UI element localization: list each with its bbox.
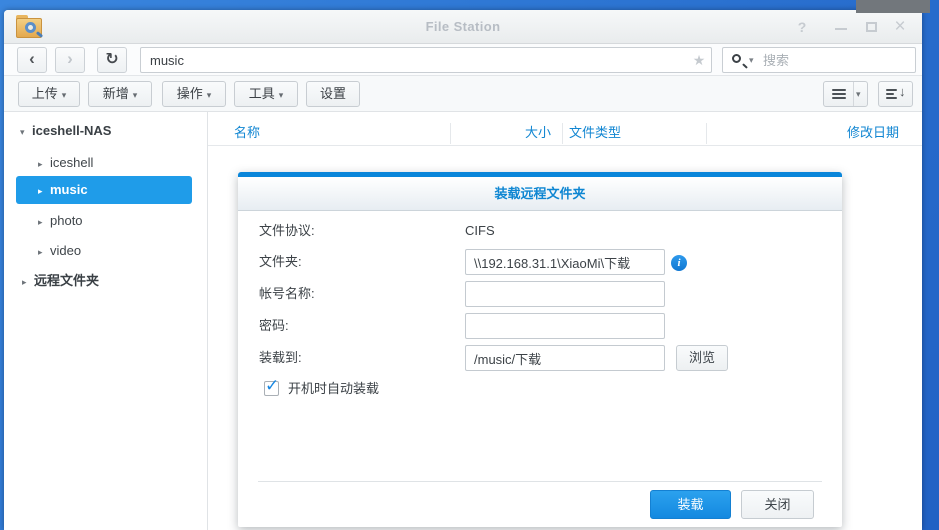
settings-button-label: 设置 — [320, 86, 346, 101]
column-header-name[interactable]: 名称 — [234, 120, 260, 146]
mount-button[interactable]: 装载 — [650, 490, 731, 519]
maximize-glyph — [866, 22, 877, 32]
chevron-collapsed-icon[interactable]: ▸ — [22, 272, 34, 292]
window-title: File Station — [4, 10, 922, 44]
sidebar-item-label: music — [50, 182, 88, 197]
sidebar-item-label: iceshell — [50, 155, 93, 170]
forward-icon: › — [67, 49, 73, 68]
chevron-collapsed-icon[interactable]: ▸ — [38, 212, 50, 232]
password-label: 密码: — [259, 316, 289, 336]
button-divider — [853, 82, 854, 106]
minimize-icon[interactable] — [831, 10, 851, 44]
window-titlebar[interactable]: File Station ? × — [4, 10, 922, 44]
file-list-header: 名称 大小 文件类型 修改日期 — [208, 120, 922, 146]
sort-arrow-icon: ↓ — [899, 84, 906, 99]
protocol-label: 文件协议: — [259, 221, 315, 241]
caret-down-icon: ▾ — [133, 90, 138, 100]
info-icon[interactable]: i — [671, 255, 687, 271]
back-button[interactable]: ‹ — [17, 47, 47, 73]
column-header-type[interactable]: 文件类型 — [569, 120, 621, 146]
sort-button[interactable]: ↓ — [878, 81, 913, 107]
password-input[interactable] — [465, 313, 665, 339]
refresh-icon: ↻ — [105, 51, 118, 68]
list-view-icon — [832, 89, 846, 101]
upload-button[interactable]: 上传 ▾ — [18, 81, 80, 107]
upload-button-label: 上传 — [32, 86, 58, 101]
sort-lines-icon — [886, 89, 897, 101]
chevron-collapsed-icon[interactable]: ▸ — [38, 177, 50, 205]
mount-to-label: 装载到: — [259, 348, 302, 368]
sidebar-item-label: video — [50, 243, 81, 258]
caret-down-icon: ▾ — [207, 90, 212, 100]
navigation-bar: ‹ › ↻ ★ ▾ 搜索 — [4, 44, 922, 76]
sidebar-item-iceshell[interactable]: ▸iceshell — [38, 153, 93, 173]
minimize-glyph — [835, 28, 847, 30]
view-mode-caret-icon[interactable]: ▾ — [856, 82, 861, 106]
sidebar-item-photo[interactable]: ▸photo — [38, 211, 83, 231]
create-button-label: 新增 — [103, 86, 129, 101]
folder-label: 文件夹: — [259, 252, 302, 272]
mount-path-input[interactable] — [465, 345, 665, 371]
tools-button-label: 工具 — [249, 86, 275, 101]
sidebar-item-label: iceshell-NAS — [32, 123, 111, 138]
sidebar-item-remote-folders[interactable]: ▸远程文件夹 — [22, 271, 99, 291]
checkmark-icon: ✓ — [265, 376, 279, 396]
action-toolbar: 上传 ▾ 新增 ▾ 操作 ▾ 工具 ▾ 设置 ▾ ↓ — [4, 76, 922, 112]
close-icon[interactable]: × — [890, 10, 910, 44]
file-list-area: 名称 大小 文件类型 修改日期 装载远程文件夹 文件协议: CIFS 文件夹: — [208, 112, 922, 530]
sidebar-item-music[interactable]: ▸music — [16, 176, 192, 204]
forward-button[interactable]: › — [55, 47, 85, 73]
auto-mount-label[interactable]: 开机时自动装载 — [288, 379, 379, 399]
sidebar-item-video[interactable]: ▸video — [38, 241, 81, 261]
close-button[interactable]: 关闭 — [741, 490, 814, 519]
file-station-window: File Station ? × ‹ › ↻ ★ ▾ 搜索 — [4, 10, 922, 530]
action-button-label: 操作 — [177, 86, 203, 101]
dialog-title[interactable]: 装载远程文件夹 — [238, 177, 842, 211]
column-header-modified[interactable]: 修改日期 — [706, 120, 899, 146]
view-mode-button[interactable]: ▾ — [823, 81, 868, 107]
caret-down-icon: ▾ — [279, 90, 284, 100]
search-icon — [732, 54, 741, 63]
account-label: 帐号名称: — [259, 284, 315, 304]
star-icon[interactable]: ★ — [688, 47, 710, 73]
search-placeholder: 搜索 — [763, 48, 789, 72]
column-header-size[interactable]: 大小 — [450, 120, 551, 146]
tools-button[interactable]: 工具 ▾ — [234, 81, 298, 107]
auto-mount-checkbox[interactable]: ✓ — [264, 381, 279, 396]
background-window-edge — [856, 0, 930, 13]
chevron-collapsed-icon[interactable]: ▸ — [38, 242, 50, 262]
caret-down-icon: ▾ — [62, 90, 67, 100]
desktop-background: File Station ? × ‹ › ↻ ★ ▾ 搜索 — [0, 0, 939, 530]
path-input[interactable] — [140, 47, 712, 73]
search-input[interactable]: ▾ 搜索 — [722, 47, 916, 73]
browse-button[interactable]: 浏览 — [676, 345, 728, 371]
chevron-collapsed-icon[interactable]: ▸ — [38, 154, 50, 174]
settings-button[interactable]: 设置 — [306, 81, 360, 107]
sidebar-item-label: 远程文件夹 — [34, 273, 99, 288]
help-icon[interactable]: ? — [792, 10, 812, 44]
search-options-caret-icon[interactable]: ▾ — [749, 48, 754, 72]
create-button[interactable]: 新增 ▾ — [88, 81, 152, 107]
dialog-footer-divider — [258, 481, 822, 482]
account-input[interactable] — [465, 281, 665, 307]
protocol-value: CIFS — [465, 221, 495, 241]
back-icon: ‹ — [29, 49, 35, 68]
action-button[interactable]: 操作 ▾ — [162, 81, 226, 107]
maximize-icon[interactable] — [862, 10, 882, 44]
refresh-button[interactable]: ↻ — [97, 47, 127, 73]
mount-remote-folder-dialog: 装载远程文件夹 文件协议: CIFS 文件夹: i 帐号名称: 密码: 装载到:… — [238, 172, 842, 527]
folder-tree-sidebar: ▾iceshell-NAS ▸iceshell ▸music ▸photo ▸v… — [4, 112, 208, 530]
folder-path-input[interactable] — [465, 249, 665, 275]
sidebar-item-label: photo — [50, 213, 83, 228]
chevron-expanded-icon[interactable]: ▾ — [20, 122, 32, 142]
column-divider — [562, 123, 563, 144]
sidebar-item-iceshell-nas[interactable]: ▾iceshell-NAS — [20, 121, 111, 141]
content-area: ▾iceshell-NAS ▸iceshell ▸music ▸photo ▸v… — [4, 112, 922, 530]
